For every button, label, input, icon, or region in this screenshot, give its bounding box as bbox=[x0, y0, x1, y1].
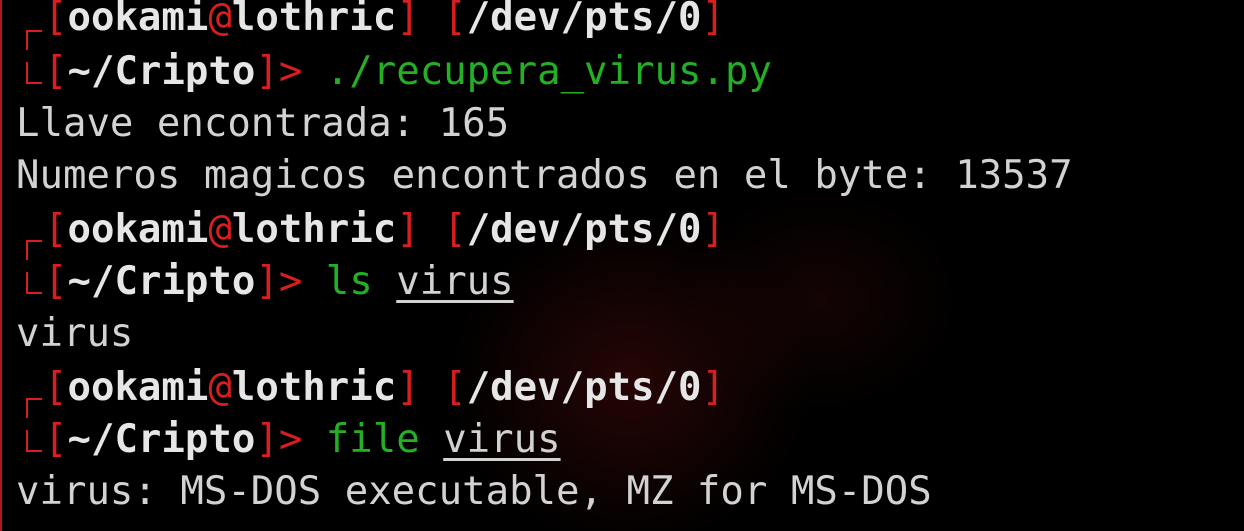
prompt-cwd: ~/Cripto bbox=[67, 49, 256, 94]
prompt-user: ookami bbox=[67, 0, 209, 40]
prompt-host: lothric bbox=[231, 0, 397, 40]
command-argument: virus bbox=[443, 417, 561, 462]
prompt-user: ookami bbox=[67, 365, 209, 410]
prompt-command-line: [~/Cripto]> ls virus bbox=[44, 259, 514, 304]
prompt-command-line: [~/Cripto]> ./recupera_virus.py bbox=[44, 49, 772, 94]
prompt-tty: /dev/pts/0 bbox=[466, 0, 702, 40]
output-line: Llave encontrada: 165 bbox=[16, 101, 510, 146]
prompt-host: lothric bbox=[231, 207, 397, 252]
prompt-arrow: > bbox=[278, 417, 303, 462]
output-line: Numeros magicos encontrados en el byte: … bbox=[16, 153, 1073, 198]
prompt-tty: /dev/pts/0 bbox=[466, 207, 702, 252]
prompt-tty: /dev/pts/0 bbox=[466, 365, 702, 410]
output-line: virus: MS-DOS executable, MZ for MS-DOS bbox=[16, 469, 932, 514]
prompt-connector-bottom bbox=[26, 62, 42, 84]
command-name: file bbox=[325, 417, 420, 462]
prompt-header: [ookami@lothric] [/dev/pts/0] bbox=[44, 365, 725, 410]
command-name: ls bbox=[325, 259, 373, 304]
prompt-command-line: [~/Cripto]> file virus bbox=[44, 417, 561, 462]
command-text: ./recupera_virus.py bbox=[325, 49, 772, 94]
prompt-cwd: ~/Cripto bbox=[67, 417, 256, 462]
prompt-host: lothric bbox=[231, 365, 397, 410]
prompt-at: @ bbox=[208, 365, 232, 410]
prompt-connector-bottom bbox=[26, 272, 42, 294]
prompt-at: @ bbox=[208, 0, 232, 40]
prompt-cwd: ~/Cripto bbox=[67, 259, 256, 304]
output-line: virus bbox=[16, 311, 134, 356]
window-edge bbox=[0, 0, 2, 531]
prompt-arrow: > bbox=[278, 259, 303, 304]
prompt-connector-bottom bbox=[26, 430, 42, 452]
prompt-connector-top bbox=[26, 398, 42, 418]
prompt-at: @ bbox=[208, 207, 232, 252]
prompt-header: [ookami@lothric] [/dev/pts/0] bbox=[44, 0, 725, 44]
prompt-connector-top bbox=[26, 240, 42, 260]
prompt-user: ookami bbox=[67, 207, 209, 252]
prompt-header: [ookami@lothric] [/dev/pts/0] bbox=[44, 207, 725, 252]
command-argument: virus bbox=[396, 259, 514, 304]
prompt-connector-top bbox=[26, 30, 42, 50]
prompt-arrow: > bbox=[278, 49, 303, 94]
terminal-window[interactable]: [ookami@lothric] [/dev/pts/0] [~/Cripto]… bbox=[0, 0, 1244, 531]
